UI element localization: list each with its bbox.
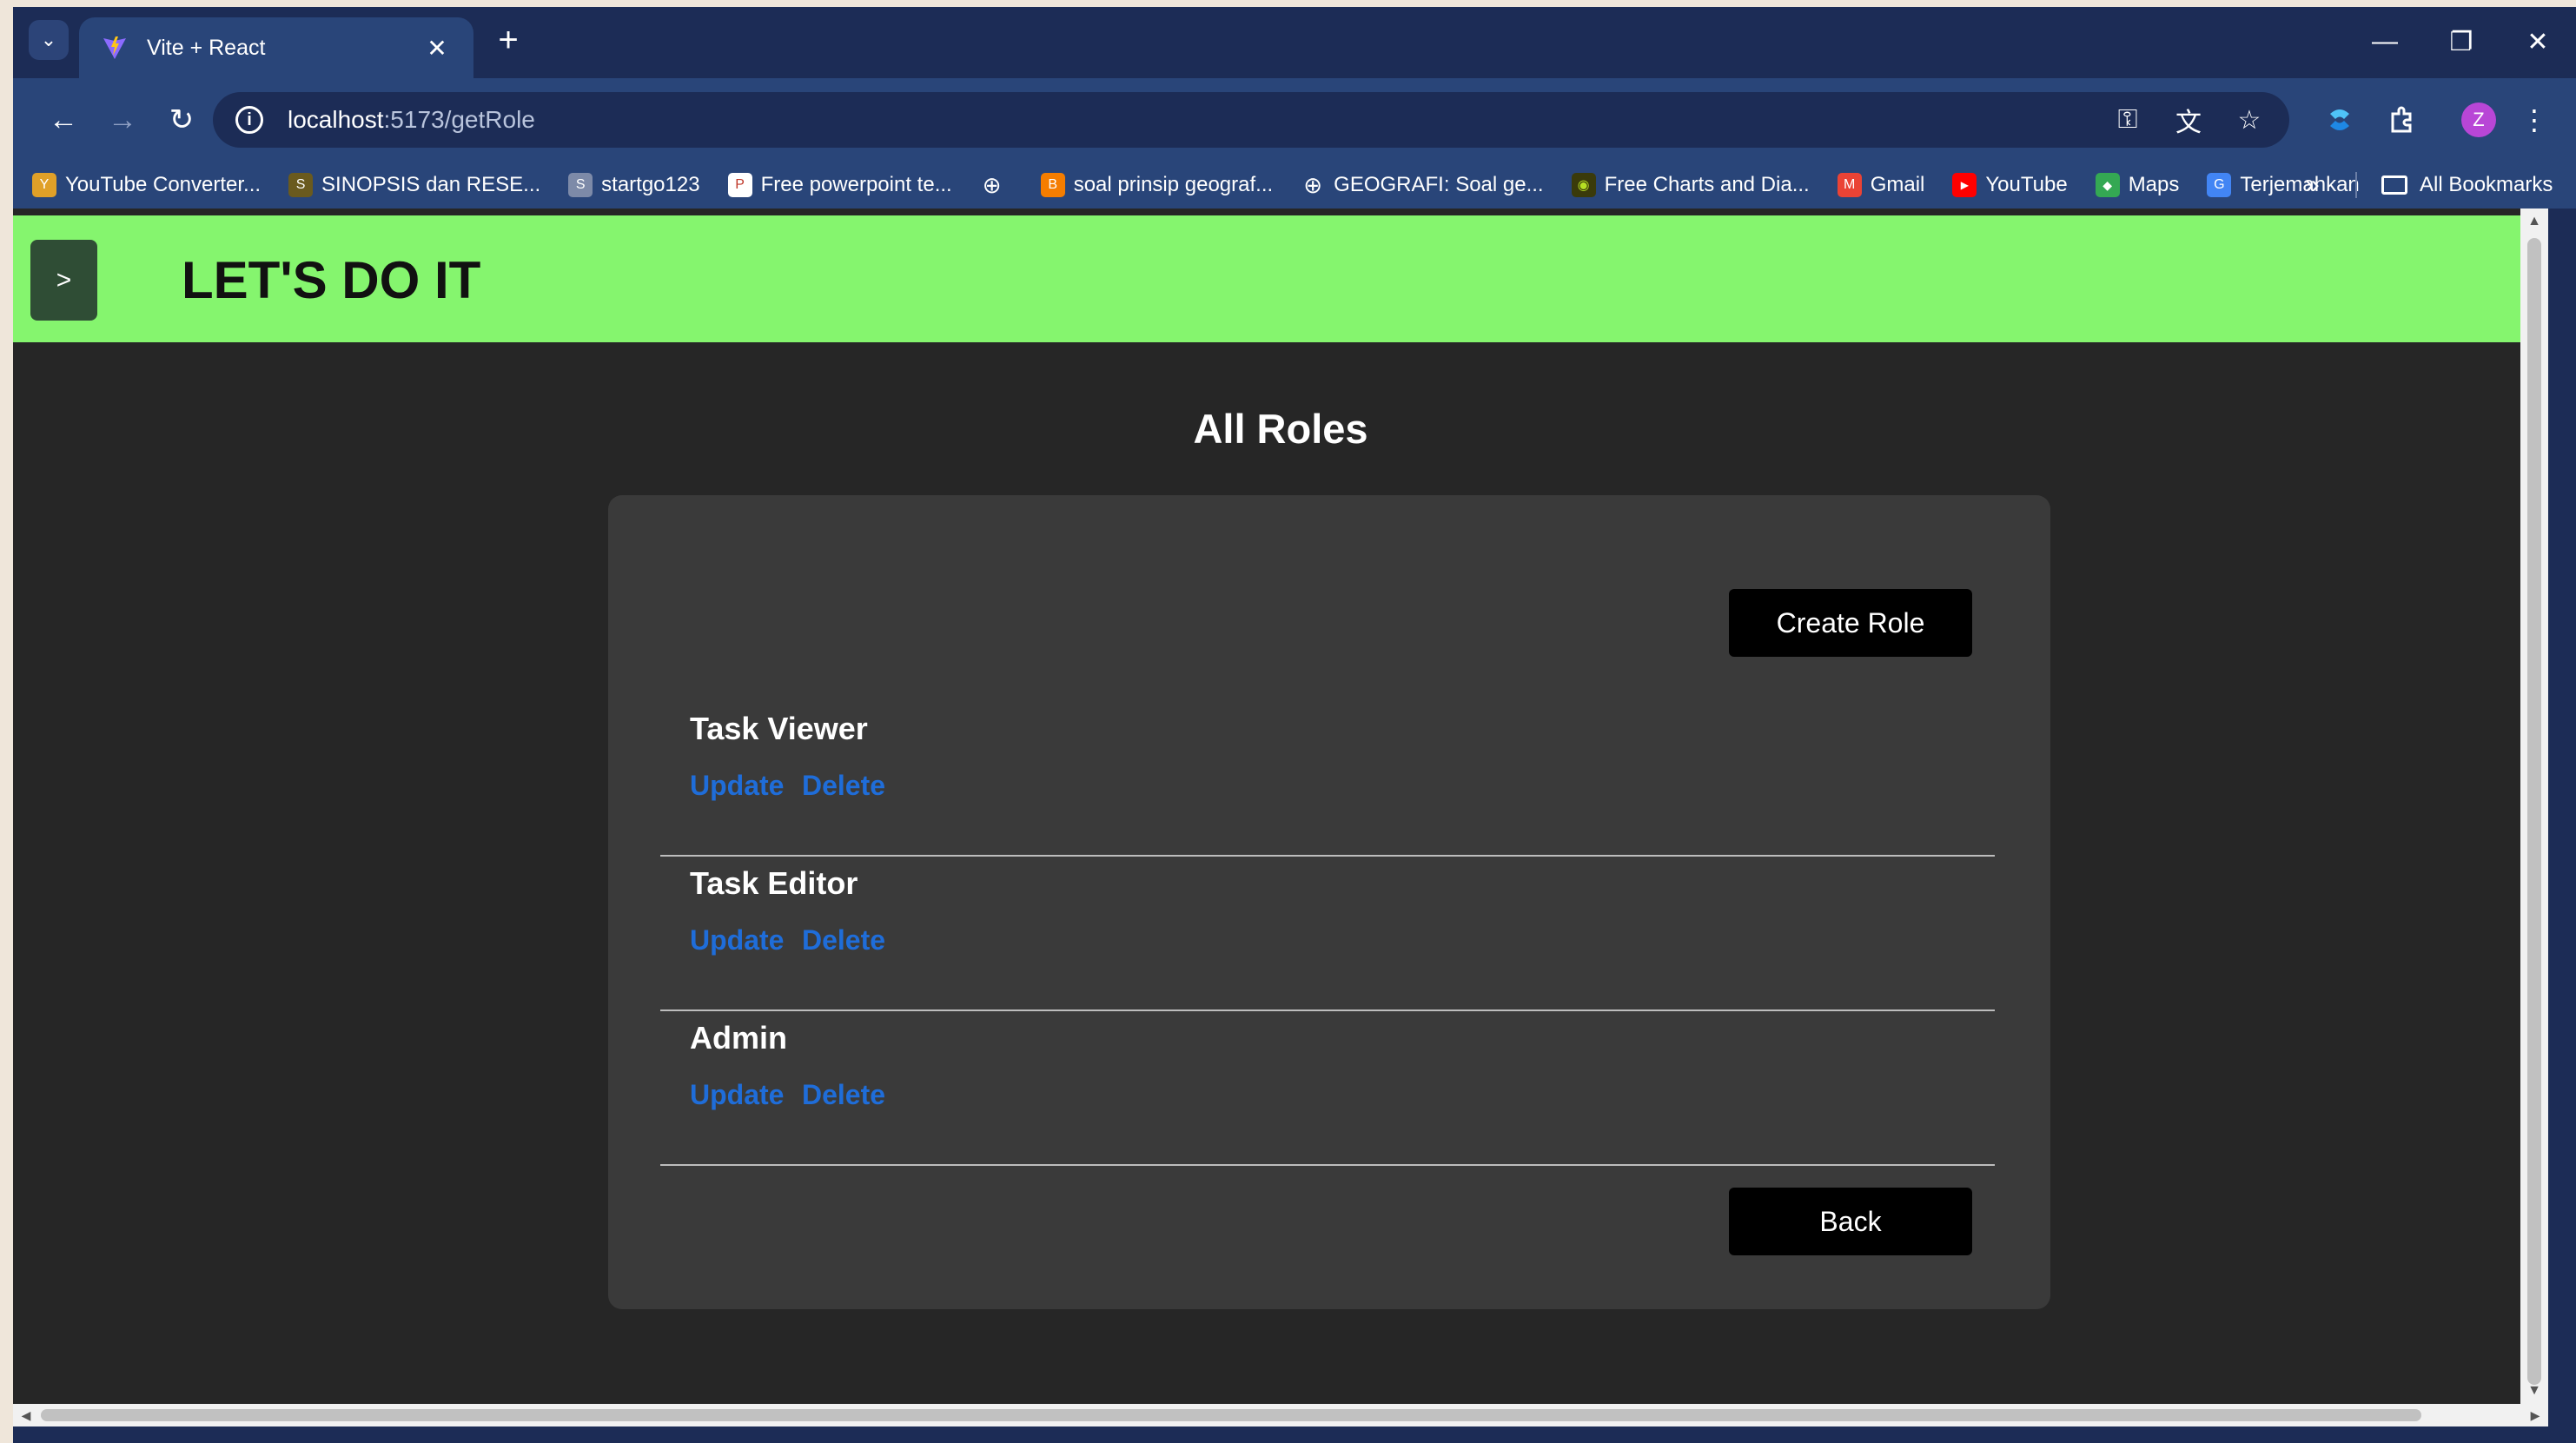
key-icon[interactable]: ⚿	[2110, 105, 2145, 135]
bookmark-icon: S	[568, 173, 593, 197]
close-tab-icon[interactable]: ✕	[423, 34, 451, 63]
globe-icon: ⊕	[982, 171, 1002, 198]
horizontal-scrollbar[interactable]: ◀ ▶	[13, 1404, 2548, 1426]
translate-icon[interactable]: 文	[2171, 101, 2206, 139]
vite-logo-icon	[102, 35, 128, 61]
bookmark-item[interactable]: ▶ YouTube	[1952, 173, 2068, 197]
page-title: All Roles	[1193, 406, 1368, 452]
bookmark-label: soal prinsip geograf...	[1073, 173, 1274, 196]
bookmark-label: Gmail	[1870, 173, 1925, 196]
more-bookmarks-icon[interactable]: »	[2305, 162, 2320, 209]
update-link[interactable]: Update	[690, 770, 784, 802]
url-path: :5173/getRole	[383, 106, 535, 133]
bookmark-label: Free powerpoint te...	[760, 173, 952, 196]
maps-icon: ◆	[2095, 173, 2120, 197]
bookmark-icon: ◉	[1571, 173, 1596, 197]
bookmarks-divider	[2355, 172, 2357, 198]
reload-icon[interactable]: ↻	[161, 99, 202, 141]
update-link[interactable]: Update	[690, 924, 784, 956]
bookmark-label: startgo123	[601, 173, 700, 196]
sidebar-toggle-button[interactable]: >	[30, 240, 97, 321]
role-name: Admin	[690, 1020, 787, 1056]
role-item: Task Editor Update Delete	[660, 857, 1995, 1011]
bookmark-icon: S	[288, 173, 314, 197]
back-arrow-icon[interactable]: ←	[43, 99, 84, 141]
bookmark-item[interactable]: S SINOPSIS dan RESE...	[288, 173, 540, 197]
star-icon[interactable]: ☆	[2232, 105, 2267, 136]
app-header: > LET'S DO IT	[13, 215, 2548, 342]
roles-card: Create Role Task Viewer Update Delete Ta…	[608, 495, 2050, 1309]
extension-s-icon[interactable]	[2319, 99, 2361, 141]
delete-link[interactable]: Delete	[802, 924, 885, 956]
site-info-icon[interactable]: i	[235, 106, 263, 134]
url-host: localhost	[288, 106, 384, 133]
bookmark-label: SINOPSIS dan RESE...	[321, 173, 541, 196]
bookmark-label: YouTube	[1985, 173, 2068, 196]
bookmark-label: GEOGRAFI: Soal ge...	[1334, 173, 1544, 196]
bookmark-label: Terjemahkan	[2240, 173, 2360, 196]
back-button[interactable]: Back	[1729, 1188, 1972, 1255]
scroll-up-arrow-icon[interactable]: ▲	[2520, 209, 2548, 235]
bookmark-item[interactable]: ◆ Maps	[2095, 173, 2180, 197]
bookmark-label: YouTube Converter...	[65, 173, 262, 196]
bookmark-icon: B	[1040, 173, 1065, 197]
new-tab-button[interactable]: +	[489, 21, 527, 59]
role-item: Task Viewer Update Delete	[660, 702, 1995, 857]
url-text[interactable]: localhost:5173/getRole	[288, 106, 2084, 134]
role-item: Admin Update Delete	[660, 1011, 1995, 1166]
vertical-scrollbar[interactable]: ▲ ▼	[2520, 209, 2548, 1426]
bookmarks-bar: Y YouTube Converter... S SINOPSIS dan RESE…	[13, 162, 2576, 209]
page-viewport: > LET'S DO IT All Roles Create Role Task…	[13, 209, 2548, 1426]
chevron-down-icon: ⌄	[40, 29, 57, 50]
window-controls: — ❐ ✕	[2347, 7, 2576, 76]
bookmark-item[interactable]: ⊕ GEOGRAFI: Soal ge...	[1301, 171, 1544, 198]
tab-search-button[interactable]: ⌄	[29, 20, 69, 60]
bookmark-item[interactable]: P Free powerpoint te...	[727, 173, 952, 197]
address-bar[interactable]: i localhost:5173/getRole ⚿ 文 ☆	[213, 92, 2289, 148]
minimize-button[interactable]: —	[2347, 7, 2423, 76]
app-title: LET'S DO IT	[182, 251, 481, 309]
horizontal-scroll-thumb[interactable]	[41, 1409, 2421, 1421]
create-role-button[interactable]: Create Role	[1729, 589, 1972, 657]
browser-toolbar: ← → ↻ i localhost:5173/getRole ⚿ 文 ☆ Z ⋮	[13, 78, 2576, 162]
bookmark-item[interactable]: ◉ Free Charts and Dia...	[1571, 173, 1810, 197]
gmail-icon: M	[1837, 173, 1862, 197]
bookmark-item[interactable]: ⊕	[980, 171, 1013, 198]
bookmark-item[interactable]: G Terjemahkan	[2207, 173, 2360, 197]
bookmark-item[interactable]: M Gmail	[1837, 173, 1925, 197]
all-bookmarks-label: All Bookmarks	[2420, 173, 2553, 196]
globe-icon: ⊕	[1303, 171, 1323, 198]
delete-link[interactable]: Delete	[802, 770, 885, 802]
update-link[interactable]: Update	[690, 1079, 784, 1111]
bookmark-icon: Y	[32, 173, 56, 197]
bookmark-item[interactable]: Bsoal prinsip geograf...	[1040, 173, 1274, 197]
bookmark-item[interactable]: Sstartgo123	[568, 173, 700, 197]
scroll-down-arrow-icon[interactable]: ▼	[2520, 1378, 2548, 1404]
tab-vite-react[interactable]: Vite + React ✕	[79, 17, 473, 78]
role-name: Task Editor	[690, 865, 858, 901]
bookmark-icon: P	[727, 173, 752, 197]
delete-link[interactable]: Delete	[802, 1079, 885, 1111]
bookmark-label: Free Charts and Dia...	[1604, 173, 1810, 196]
puzzle-icon[interactable]	[2381, 99, 2423, 141]
tab-strip: ⌄ Vite + React ✕ + — ❐ ✕	[13, 7, 2576, 78]
restore-button[interactable]: ❐	[2423, 7, 2500, 76]
youtube-icon: ▶	[1952, 173, 1977, 197]
close-window-button[interactable]: ✕	[2500, 7, 2576, 76]
scroll-right-arrow-icon[interactable]: ▶	[2522, 1404, 2548, 1426]
bookmark-label: Maps	[2128, 173, 2180, 196]
bookmark-item[interactable]: Y YouTube Converter...	[32, 173, 261, 197]
folder-icon	[2381, 175, 2407, 195]
translate-icon: G	[2207, 173, 2232, 197]
role-name: Task Viewer	[690, 711, 868, 746]
browser-window: ⌄ Vite + React ✕ + — ❐ ✕ ← → ↻ i localho…	[13, 7, 2576, 1443]
all-bookmarks-button[interactable]: All Bookmarks	[2381, 162, 2553, 209]
kebab-menu-icon[interactable]: ⋮	[2513, 99, 2555, 141]
scroll-left-arrow-icon[interactable]: ◀	[13, 1404, 39, 1426]
profile-avatar[interactable]: Z	[2461, 103, 2496, 137]
vertical-scroll-thumb[interactable]	[2527, 238, 2541, 1385]
tab-title: Vite + React	[147, 35, 266, 60]
forward-arrow-icon[interactable]: →	[102, 99, 143, 141]
